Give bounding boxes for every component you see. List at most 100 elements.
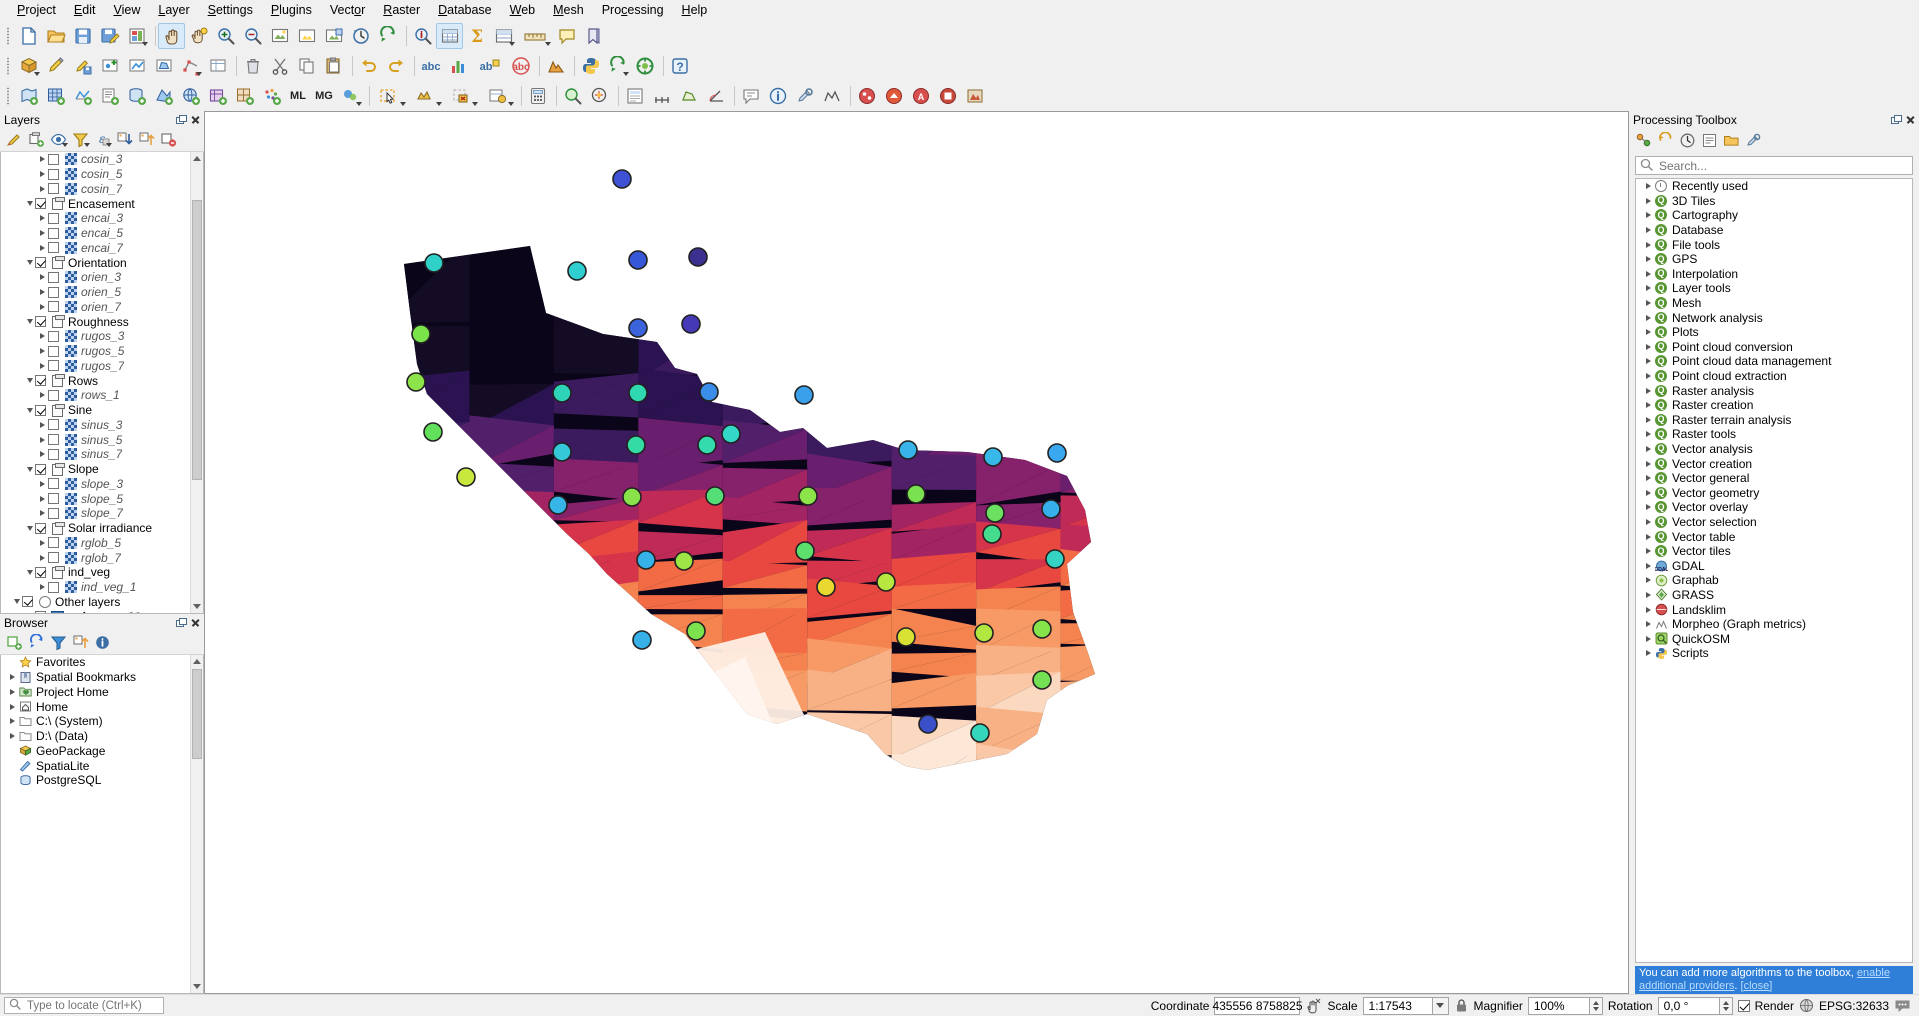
menu-help[interactable]: Help	[673, 0, 717, 20]
layer-visibility-checkbox[interactable]	[48, 552, 59, 563]
layer-row-ind-veg-1[interactable]: ind_veg_1	[1, 580, 190, 595]
layer-row-slope[interactable]: Slope	[1, 462, 190, 477]
processing-item-file-tools[interactable]: QFile tools	[1636, 237, 1912, 252]
add-feature-polygon-button[interactable]	[150, 53, 177, 79]
menu-vector[interactable]: Vector	[321, 0, 374, 20]
sample-point[interactable]	[553, 443, 571, 461]
browser-scroll-thumb[interactable]	[192, 669, 202, 759]
sample-point[interactable]	[722, 425, 740, 443]
processing-item-cartography[interactable]: QCartography	[1636, 208, 1912, 223]
layer-visibility-checkbox[interactable]	[48, 493, 59, 504]
layer-row-orien-3[interactable]: orien_3	[1, 270, 190, 285]
expand-all-icon[interactable]	[114, 129, 135, 150]
sample-point[interactable]	[984, 448, 1002, 466]
save-project-button[interactable]	[69, 23, 96, 49]
zoom-to-selection-button[interactable]	[293, 23, 320, 49]
deselect-features-button[interactable]	[444, 83, 480, 109]
expand-arrow-icon[interactable]	[7, 718, 18, 724]
expand-arrow-icon[interactable]	[1642, 475, 1654, 481]
browser-tree[interactable]: FavoritesSpatial BookmarksProject HomeHo…	[0, 655, 204, 994]
graphab-3-button[interactable]: A	[907, 83, 934, 109]
processing-item-landsklim[interactable]: Landsklim	[1636, 602, 1912, 617]
sample-point[interactable]	[899, 441, 917, 459]
sample-point[interactable]	[1042, 500, 1060, 518]
sample-point[interactable]	[897, 628, 915, 646]
magnifier-stepper[interactable]	[1590, 997, 1603, 1015]
expand-arrow-icon[interactable]	[1642, 271, 1654, 277]
expand-arrow-icon[interactable]	[1642, 563, 1654, 569]
processing-item-vector-creation[interactable]: QVector creation	[1636, 456, 1912, 471]
processing-tree[interactable]: Recently usedQ3D TilesQCartographyQDatab…	[1635, 178, 1913, 963]
expand-arrow-icon[interactable]	[1642, 227, 1654, 233]
identify-features-button[interactable]	[409, 23, 436, 49]
layer-row-roughness[interactable]: Roughness	[1, 314, 190, 329]
layer-row-slope-7[interactable]: slope_7	[1, 506, 190, 521]
layer-row-sinus-5[interactable]: sinus_5	[1, 432, 190, 447]
expand-arrow-icon[interactable]	[1642, 329, 1654, 335]
save-project-as-button[interactable]	[96, 23, 123, 49]
show-statistics-button[interactable]	[490, 23, 517, 49]
add-group-icon[interactable]	[26, 129, 47, 150]
layer-visibility-checkbox[interactable]	[48, 419, 59, 430]
layer-row-rows[interactable]: Rows	[1, 373, 190, 388]
undo-button[interactable]	[355, 53, 382, 79]
sample-point[interactable]	[796, 542, 814, 560]
crs-label[interactable]: EPSG:32633	[1819, 999, 1889, 1013]
layer-visibility-checkbox[interactable]	[22, 596, 33, 607]
expand-arrow-icon[interactable]	[37, 392, 48, 398]
sample-point[interactable]	[919, 715, 937, 733]
layer-row-encasement[interactable]: Encasement	[1, 196, 190, 211]
mg-plugin-button[interactable]: MG	[311, 83, 337, 109]
processing-item-vector-overlay[interactable]: QVector overlay	[1636, 500, 1912, 515]
expand-arrow-icon[interactable]	[37, 584, 48, 590]
results-viewer-icon[interactable]	[1677, 130, 1698, 151]
lock-scale-icon[interactable]	[1454, 998, 1469, 1013]
layer-row-ind-veg[interactable]: ind_veg	[1, 565, 190, 580]
expand-arrow-icon[interactable]	[37, 215, 48, 221]
scroll-up-icon[interactable]	[191, 655, 203, 668]
browser-properties-icon[interactable]	[92, 632, 113, 653]
expand-arrow-icon[interactable]	[7, 704, 18, 710]
menu-mesh[interactable]: Mesh	[544, 0, 593, 20]
modify-attributes-button[interactable]	[204, 53, 231, 79]
expand-arrow-icon[interactable]	[1642, 607, 1654, 613]
layer-visibility-checkbox[interactable]	[48, 301, 59, 312]
new-bookmark-button[interactable]	[580, 23, 607, 49]
processing-item-scripts[interactable]: Scripts	[1636, 646, 1912, 661]
sample-point[interactable]	[795, 386, 813, 404]
processing-panel-close-icon[interactable]	[1904, 113, 1917, 126]
magnifier-value[interactable]: 100%	[1528, 997, 1590, 1015]
zoom-full-button[interactable]	[266, 23, 293, 49]
expression-filter-icon[interactable]: ε	[92, 129, 113, 150]
browser-row-favorites[interactable]: Favorites	[1, 655, 190, 670]
magnifier-spinbox[interactable]: 100%	[1528, 997, 1603, 1015]
label-abc-button[interactable]: abc	[417, 53, 444, 79]
layer-visibility-checkbox[interactable]	[35, 316, 46, 327]
layer-visibility-checkbox[interactable]	[48, 169, 59, 180]
layer-visibility-checkbox[interactable]	[48, 434, 59, 445]
new-virtual-layer-button[interactable]	[337, 83, 364, 109]
processing-search-input[interactable]	[1657, 158, 1912, 174]
expand-arrow-icon[interactable]	[1642, 519, 1654, 525]
menu-plugins[interactable]: Plugins	[262, 0, 321, 20]
expand-arrow-icon[interactable]	[1642, 417, 1654, 423]
sample-point[interactable]	[407, 373, 425, 391]
expand-arrow-icon[interactable]	[37, 451, 48, 457]
menu-layer[interactable]: Layer	[149, 0, 198, 20]
coordinate-capture-icon[interactable]	[1305, 997, 1322, 1014]
zoom-in-button[interactable]	[212, 23, 239, 49]
models-icon[interactable]	[1633, 130, 1654, 151]
processing-item-vector-analysis[interactable]: QVector analysis	[1636, 442, 1912, 457]
layer-visibility-checkbox[interactable]	[35, 567, 46, 578]
plugin-manager-button[interactable]	[631, 53, 658, 79]
layer-row-orien-7[interactable]: orien_7	[1, 300, 190, 315]
sample-point[interactable]	[971, 724, 989, 742]
sample-point[interactable]	[975, 624, 993, 642]
locator-search-button[interactable]	[586, 83, 613, 109]
processing-item-point-cloud-extraction[interactable]: QPoint cloud extraction	[1636, 369, 1912, 384]
layer-row-sinus-7[interactable]: sinus_7	[1, 447, 190, 462]
layer-visibility-checkbox[interactable]	[48, 346, 59, 357]
sample-point[interactable]	[689, 248, 707, 266]
browser-row-home[interactable]: Home	[1, 699, 190, 714]
diagram-button[interactable]	[444, 53, 471, 79]
